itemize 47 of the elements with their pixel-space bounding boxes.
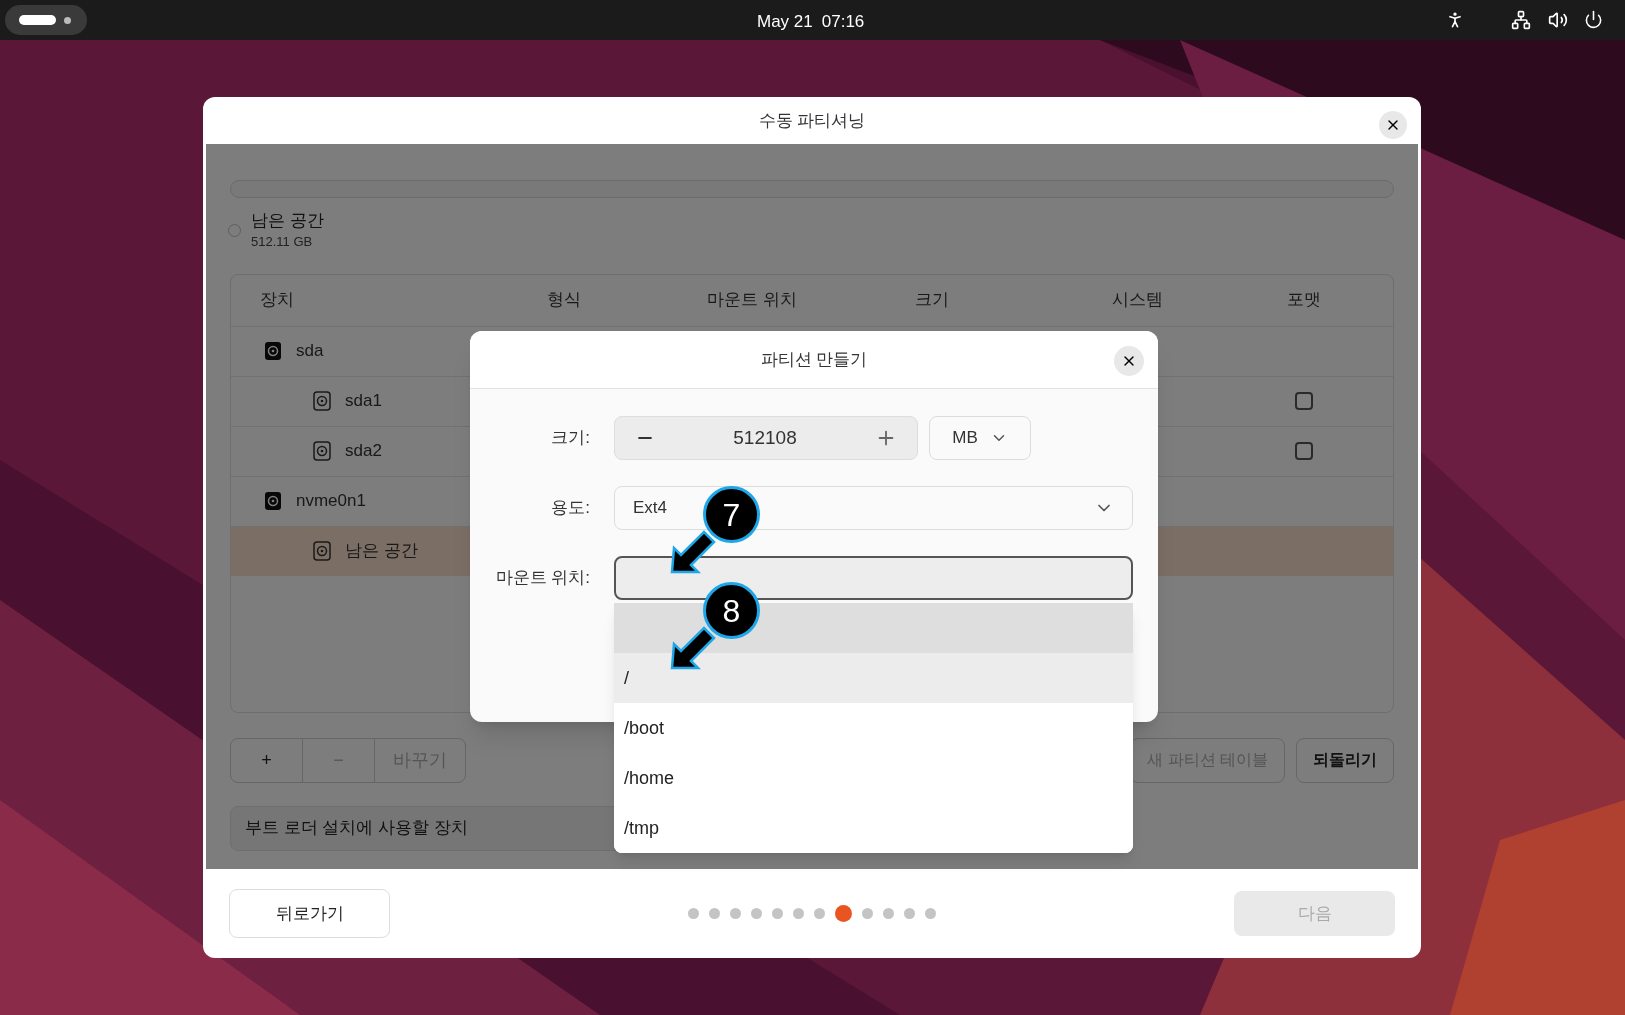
menu-item[interactable]: /home (614, 753, 1133, 803)
device-name: sda (296, 340, 324, 363)
field-label: 마운트 위치: (494, 567, 591, 590)
size-spin-field[interactable]: 512108 (614, 416, 918, 460)
device-name: sda2 (345, 440, 382, 463)
field-label: 크기: (550, 427, 591, 450)
toolbar-button[interactable]: 되돌리기 (1296, 737, 1394, 783)
free-space-size: 512.11 GB (251, 233, 314, 251)
column-header[interactable]: 마운트 위치 (707, 287, 797, 313)
column-header[interactable]: 시스템 (1111, 287, 1163, 313)
back-button[interactable]: 뒤로가기 (229, 889, 390, 938)
column-header[interactable]: 형식 (547, 287, 581, 313)
modal-title: 파티션 만들기 (760, 348, 868, 371)
format-checkbox[interactable] (1295, 392, 1313, 410)
arrow-icon (668, 624, 718, 672)
field-label: 용도: (550, 497, 591, 520)
window-title: 수동 파티셔닝 (758, 109, 866, 132)
device-name: sda1 (345, 390, 382, 413)
unit-dropdown[interactable]: MB (929, 416, 1031, 460)
drive-icon (313, 441, 331, 461)
size-value: 512108 (733, 425, 797, 450)
column-header[interactable]: 포맷 (1287, 287, 1321, 313)
column-header[interactable]: 크기 (915, 287, 949, 313)
drive-icon (313, 391, 331, 411)
time-text: 07:16 (821, 11, 865, 33)
free-space-label: 남은 공간 (251, 210, 324, 232)
device-name: 남은 공간 (345, 540, 418, 563)
close-button[interactable] (1379, 111, 1407, 139)
volume-icon[interactable] (1548, 10, 1568, 30)
device-name: nvme0n1 (296, 490, 366, 513)
menu-item[interactable]: /tmp (614, 803, 1133, 853)
toolbar-button[interactable]: + (231, 738, 303, 782)
activities-button[interactable] (5, 5, 87, 35)
power-icon[interactable] (1584, 10, 1603, 29)
arrow-icon (668, 528, 718, 576)
menu-item[interactable]: /boot (614, 703, 1133, 753)
clock[interactable]: May 21 07:16 (757, 9, 865, 35)
drive-icon (264, 491, 282, 511)
format-checkbox[interactable] (1295, 442, 1313, 460)
mount-point-field[interactable] (614, 556, 1133, 600)
date-text: May 21 (757, 11, 813, 33)
menu-item[interactable]: / (614, 653, 1133, 703)
column-header[interactable]: 장치 (260, 290, 294, 310)
drive-icon (313, 541, 331, 561)
network-icon[interactable] (1511, 10, 1531, 30)
drive-icon (264, 341, 282, 361)
close-button[interactable] (1114, 346, 1144, 376)
